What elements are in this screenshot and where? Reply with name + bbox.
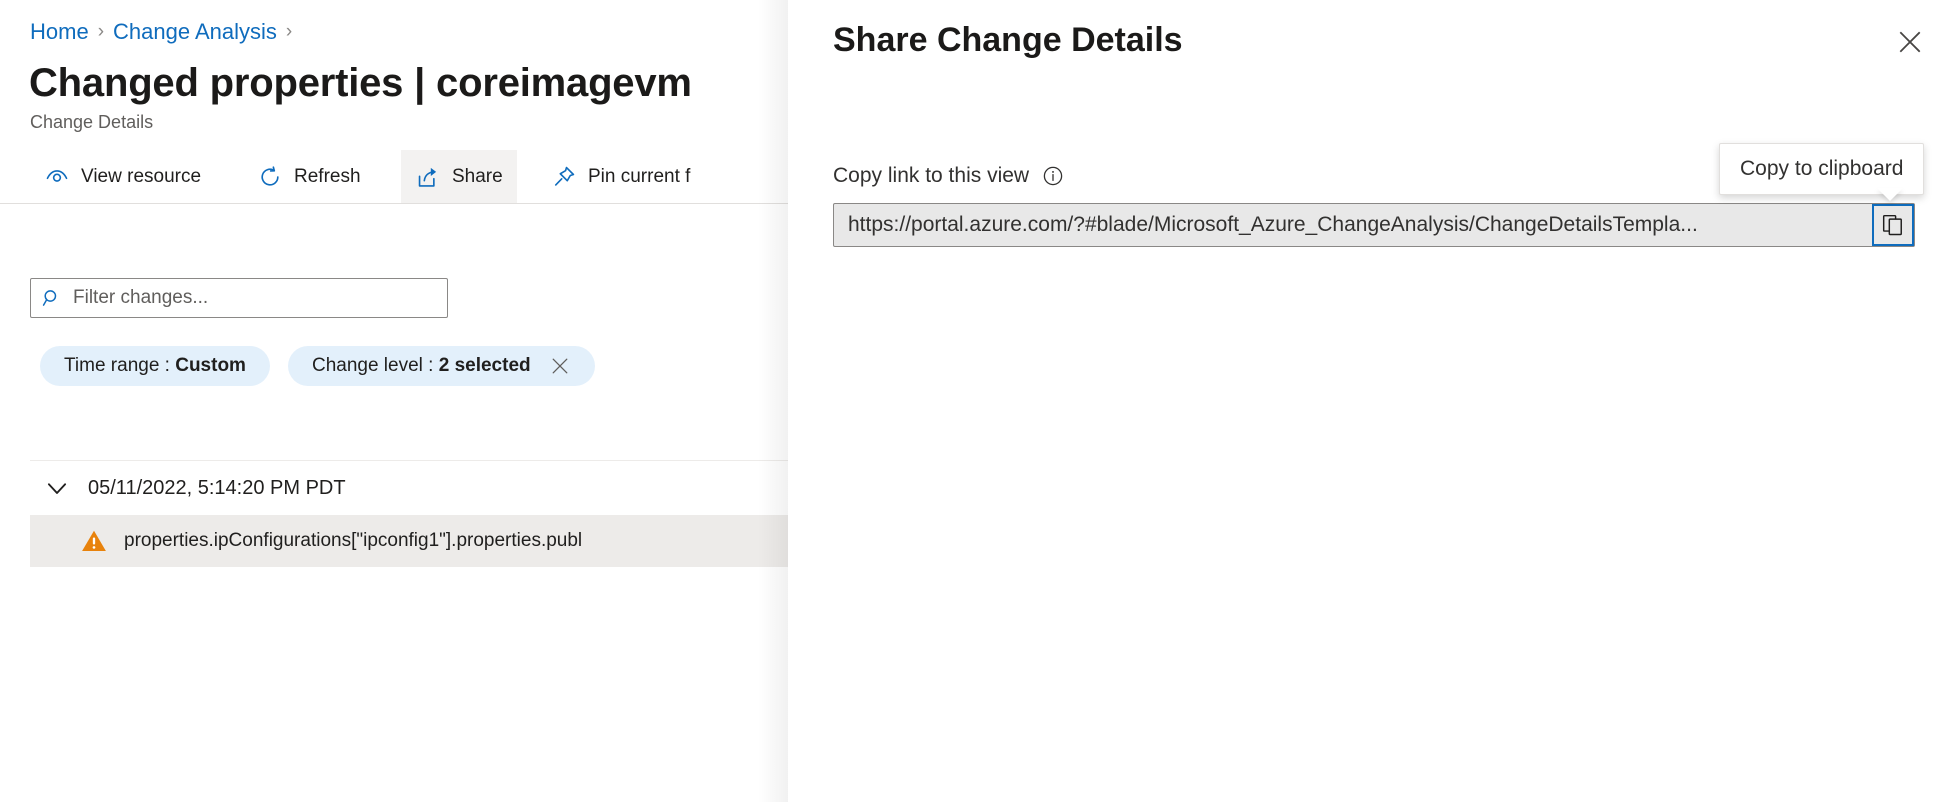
chevron-down-icon[interactable] bbox=[42, 473, 72, 503]
command-share[interactable]: Share bbox=[401, 150, 517, 203]
command-refresh[interactable]: Refresh bbox=[243, 150, 375, 203]
search-icon bbox=[41, 287, 63, 309]
command-view-resource[interactable]: View resource bbox=[30, 150, 215, 203]
chip-time-range[interactable]: Time range : Custom bbox=[40, 346, 270, 386]
refresh-icon bbox=[257, 164, 283, 190]
command-pin-current-filters[interactable]: Pin current f bbox=[537, 150, 704, 203]
table-row[interactable]: properties.ipConfigurations["ipconfig1"]… bbox=[30, 515, 788, 567]
tooltip-arrow bbox=[1877, 188, 1903, 201]
panel-title: Share Change Details bbox=[833, 21, 1183, 59]
close-panel-button[interactable] bbox=[1889, 21, 1931, 63]
info-icon[interactable] bbox=[1041, 164, 1065, 188]
close-icon bbox=[1894, 26, 1926, 58]
filter-chip-list: Time range : Custom Change level : 2 sel… bbox=[40, 346, 595, 386]
breadcrumb: Home › Change Analysis › bbox=[30, 18, 301, 46]
share-change-details-panel: Share Change Details Copy link to this v… bbox=[788, 0, 1960, 802]
change-property-path: properties.ipConfigurations["ipconfig1"]… bbox=[124, 530, 583, 551]
filter-changes-input[interactable] bbox=[73, 287, 437, 309]
command-label: Share bbox=[452, 165, 503, 187]
command-label: View resource bbox=[81, 165, 202, 187]
command-bar: View resource Refresh Share Pin current … bbox=[0, 150, 788, 204]
share-url-value: https://portal.azure.com/?#blade/Microso… bbox=[848, 213, 1698, 236]
breadcrumb-item-home[interactable]: Home bbox=[30, 18, 89, 46]
chip-label: Time range : Custom bbox=[64, 355, 246, 376]
page-title: Changed properties | coreimagevm bbox=[29, 61, 692, 105]
change-group-timestamp: 05/11/2022, 5:14:20 PM PDT bbox=[88, 476, 346, 499]
chip-label: Change level : 2 selected bbox=[311, 355, 531, 376]
share-url-field[interactable]: https://portal.azure.com/?#blade/Microso… bbox=[833, 203, 1915, 247]
filter-changes-box[interactable] bbox=[30, 278, 448, 318]
close-icon[interactable] bbox=[549, 355, 571, 377]
copy-link-label: Copy link to this view bbox=[833, 164, 1030, 187]
breadcrumb-item-change-analysis[interactable]: Change Analysis bbox=[113, 18, 277, 46]
copy-to-clipboard-button[interactable] bbox=[1872, 204, 1914, 246]
chip-change-level[interactable]: Change level : 2 selected bbox=[287, 346, 595, 386]
copy-icon bbox=[1880, 212, 1906, 238]
share-icon bbox=[415, 164, 441, 190]
page-subtitle: Change Details bbox=[30, 112, 154, 132]
pin-icon bbox=[551, 164, 577, 190]
command-label: Pin current f bbox=[588, 165, 691, 187]
command-label: Refresh bbox=[294, 165, 361, 187]
chevron-right-icon: › bbox=[285, 21, 293, 42]
copy-link-label-row: Copy link to this view bbox=[833, 163, 1065, 189]
app-root: Home › Change Analysis › Changed propert… bbox=[0, 0, 1960, 802]
change-details-blade: Home › Change Analysis › Changed propert… bbox=[0, 0, 788, 802]
warning-icon bbox=[80, 527, 108, 555]
change-group-row[interactable]: 05/11/2022, 5:14:20 PM PDT bbox=[30, 461, 788, 515]
chevron-right-icon: › bbox=[97, 21, 105, 42]
eye-icon bbox=[44, 164, 70, 190]
